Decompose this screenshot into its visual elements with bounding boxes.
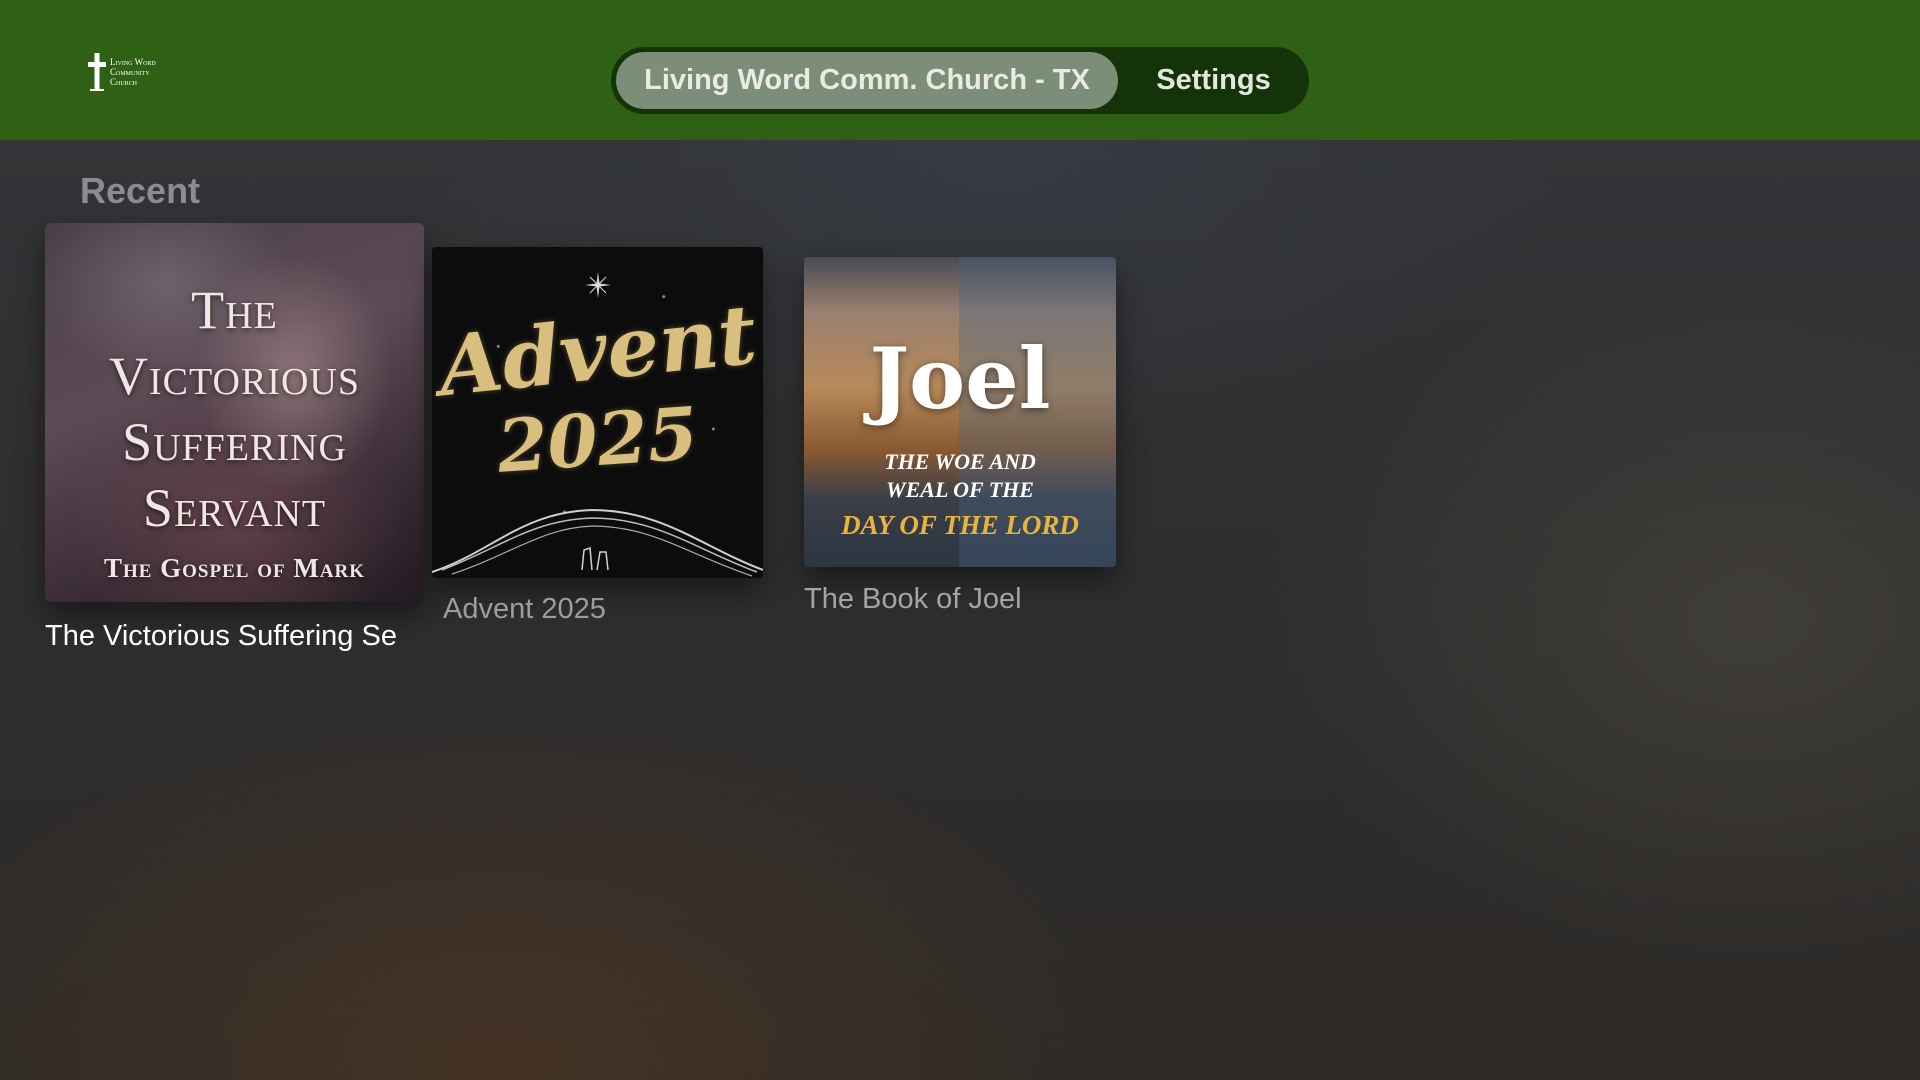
series-card-victorious-suffering-servant[interactable]: The Victorious Suffering Servant The Gos… xyxy=(45,223,424,663)
tab-living-word-church[interactable]: Living Word Comm. Church - TX xyxy=(616,52,1118,109)
artwork-text: Weal of the xyxy=(886,477,1034,502)
artwork-text: Suffering xyxy=(122,412,347,472)
tab-settings[interactable]: Settings xyxy=(1131,52,1296,109)
artwork-text: Servant xyxy=(142,478,327,538)
artwork-text: Joel xyxy=(869,329,1051,428)
star-icon xyxy=(585,272,611,298)
series-artwork: Joel The Woe and Weal of the Day of the … xyxy=(804,257,1116,567)
series-title: The Victorious Suffering Se xyxy=(45,620,397,652)
artwork-text: Victorious xyxy=(109,346,360,406)
tab-bar: Living Word Comm. Church - TX Settings xyxy=(611,47,1309,114)
cross-icon xyxy=(88,53,106,91)
logo-text: Living Word Community Church xyxy=(110,57,168,87)
logo-text-line: Community xyxy=(110,67,150,77)
series-title: Advent 2025 xyxy=(443,593,606,625)
series-artwork: The Victorious Suffering Servant The Gos… xyxy=(45,223,424,602)
top-bar: Living Word Community Church Living Word… xyxy=(0,0,1920,140)
series-card-book-of-joel[interactable]: Joel The Woe and Weal of the Day of the … xyxy=(804,257,1116,627)
church-logo: Living Word Community Church xyxy=(88,50,168,94)
artwork-text: The xyxy=(191,280,278,340)
artwork-text: The Woe and xyxy=(884,449,1036,474)
series-title: The Book of Joel xyxy=(804,583,1022,615)
hill-illustration xyxy=(432,508,763,577)
logo-text-line: Living Word xyxy=(110,57,156,67)
section-title-recent: Recent xyxy=(80,170,201,211)
series-artwork: Advent 2025 xyxy=(432,247,763,578)
series-card-advent-2025[interactable]: Advent 2025 Advent 2025 xyxy=(432,247,763,637)
artwork-subtitle: The Gospel of Mark xyxy=(103,553,366,583)
artwork-text: Day of the Lord xyxy=(841,510,1079,540)
logo-text-line: Church xyxy=(110,77,138,87)
